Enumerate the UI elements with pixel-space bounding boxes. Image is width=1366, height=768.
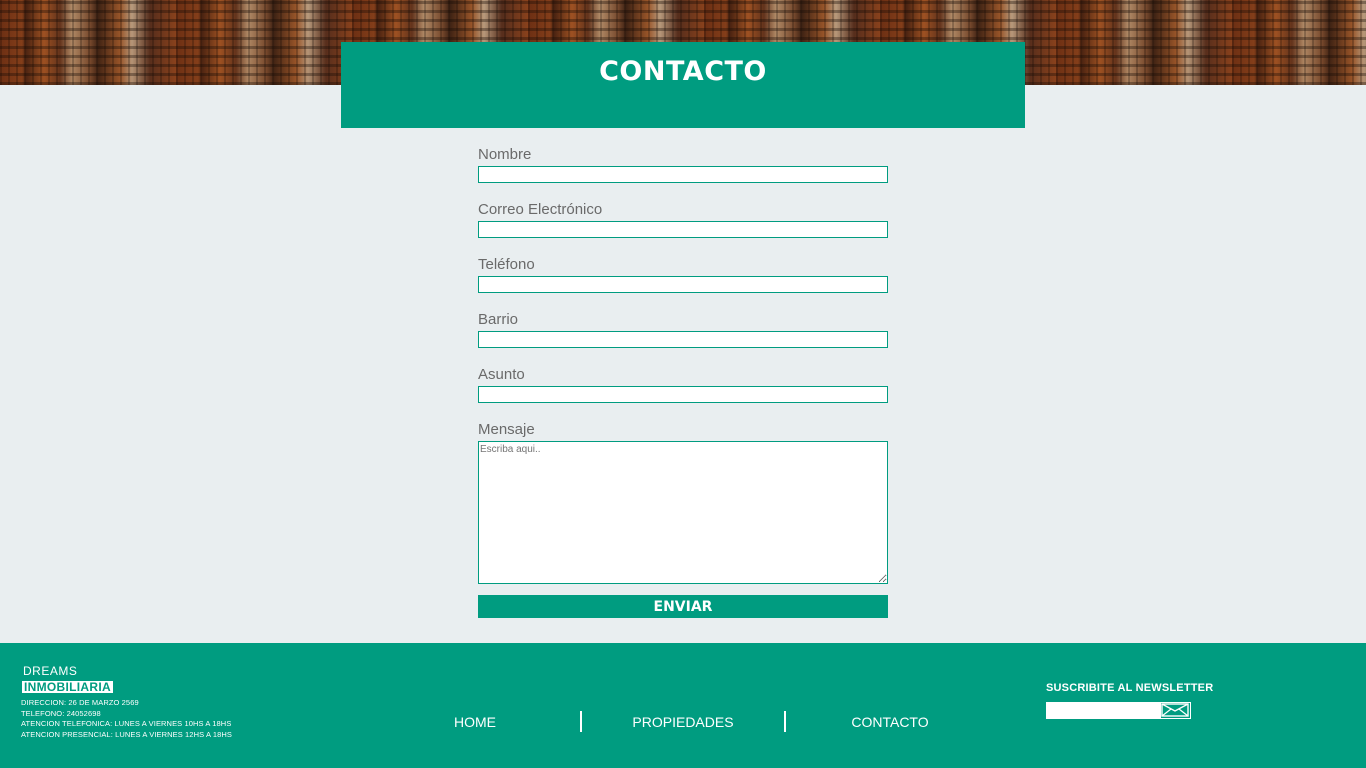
- mensaje-textarea[interactable]: [478, 441, 888, 584]
- contact-form: Nombre Correo Electrónico Teléfono Barri…: [478, 146, 888, 618]
- field-nombre: Nombre: [478, 146, 888, 183]
- correo-label: Correo Electrónico: [478, 201, 603, 218]
- telefono-input[interactable]: [478, 276, 888, 293]
- nombre-label: Nombre: [478, 146, 532, 163]
- info-office-hours: ATENCION PRESENCIAL: LUNES A VIERNES 12H…: [21, 729, 232, 739]
- field-barrio: Barrio: [478, 311, 888, 348]
- contact-info: DIRECCION: 26 DE MARZO 2569 TELEFONO: 24…: [21, 698, 232, 740]
- info-phone: TELEFONO: 24052698: [21, 708, 101, 718]
- newsletter-title: SUSCRIBITE AL NEWSLETTER: [1046, 682, 1214, 694]
- nombre-input[interactable]: [478, 166, 888, 183]
- page-title-box: CONTACTO: [341, 42, 1025, 128]
- nav-divider: [784, 711, 786, 732]
- nav-divider: [580, 711, 582, 732]
- asunto-input[interactable]: [478, 386, 888, 403]
- barrio-input[interactable]: [478, 331, 888, 348]
- brand-logo[interactable]: DREAMS INMOBILIARIA: [22, 665, 113, 696]
- newsletter-input[interactable]: [1046, 702, 1160, 719]
- newsletter: SUSCRIBITE AL NEWSLETTER: [1046, 682, 1214, 719]
- field-correo: Correo Electrónico: [478, 201, 888, 238]
- telefono-label: Teléfono: [478, 256, 535, 273]
- field-asunto: Asunto: [478, 366, 888, 403]
- nav-propiedades[interactable]: PROPIEDADES: [620, 712, 746, 733]
- brand-line1: DREAMS: [23, 664, 78, 678]
- enviar-button[interactable]: ENVIAR: [478, 595, 888, 618]
- page-title: CONTACTO: [599, 56, 767, 87]
- mensaje-label: Mensaje: [478, 421, 535, 438]
- field-telefono: Teléfono: [478, 256, 888, 293]
- barrio-label: Barrio: [478, 311, 519, 328]
- footer: DREAMS INMOBILIARIA DIRECCION: 26 DE MAR…: [0, 643, 1366, 768]
- field-mensaje: Mensaje: [478, 421, 888, 584]
- nav-contacto[interactable]: CONTACTO: [840, 712, 940, 733]
- correo-input[interactable]: [478, 221, 888, 238]
- brand-line2: INMOBILIARIA: [22, 680, 113, 694]
- asunto-label: Asunto: [478, 366, 525, 383]
- nav-home[interactable]: HOME: [430, 712, 520, 733]
- info-phone-hours: ATENCION TELEFONICA: LUNES A VIERNES 10H…: [21, 719, 232, 729]
- info-address: DIRECCION: 26 DE MARZO 2569: [21, 698, 139, 707]
- envelope-icon[interactable]: [1160, 702, 1191, 719]
